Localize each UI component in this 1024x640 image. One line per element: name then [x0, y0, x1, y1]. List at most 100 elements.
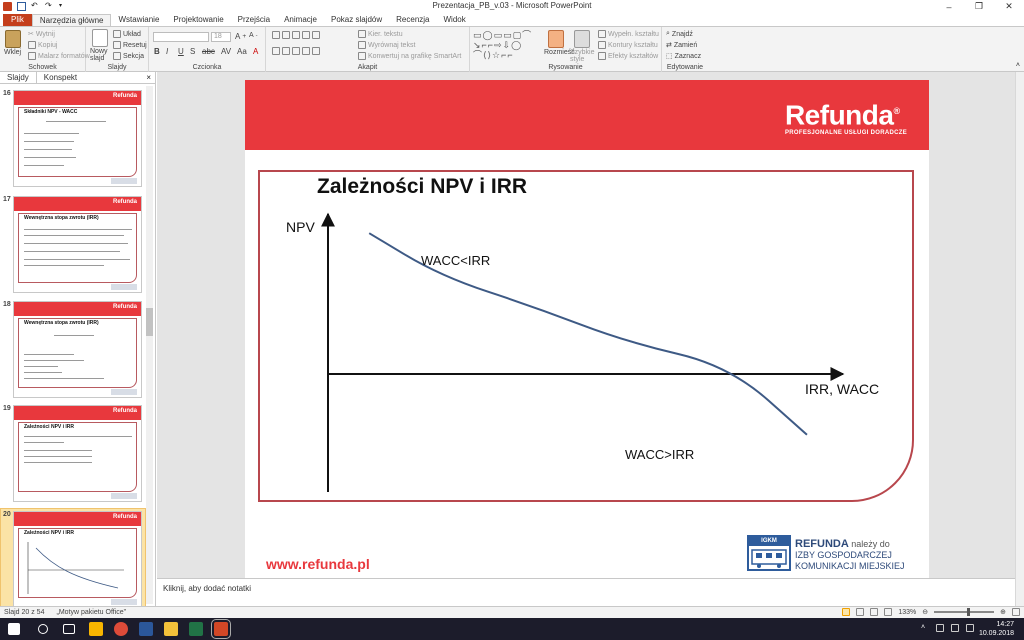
tab-home[interactable]: Narzędzia główne [31, 14, 112, 26]
bold-button[interactable]: B [154, 47, 160, 56]
change-case-button[interactable]: Aa [237, 47, 247, 56]
customize-qat-icon[interactable]: ▾ [59, 2, 68, 11]
slideshow-view-icon[interactable] [884, 608, 893, 616]
minimize-button[interactable]: – [934, 0, 964, 13]
chrome-icon[interactable] [114, 622, 128, 636]
slide-thumbnail-16[interactable]: 16 Refunda Składniki NPV - WACC [0, 90, 146, 190]
select-button[interactable]: ⬚ Zaznacz [666, 52, 701, 61]
battery-icon[interactable] [951, 624, 959, 632]
format-painter-button[interactable]: Malarz formatów [28, 52, 90, 60]
tab-design[interactable]: Projektowanie [166, 14, 230, 26]
save-icon[interactable] [17, 2, 26, 11]
panel-scrollbar[interactable] [146, 86, 153, 604]
layout-icon [113, 30, 121, 38]
panel-scrollbar-thumb[interactable] [146, 308, 153, 336]
tab-file[interactable]: Plik [3, 14, 32, 26]
close-panel-icon[interactable]: × [146, 72, 155, 83]
bullets-button[interactable] [272, 31, 320, 39]
website-url: www.refunda.pl [266, 556, 370, 572]
slide-thumbnail-19[interactable]: 19 Refunda Zależności NPV i IRR [0, 405, 146, 505]
windows-start-icon[interactable] [8, 623, 20, 635]
char-spacing-button[interactable]: AV [221, 47, 231, 56]
maximize-button[interactable]: ❐ [964, 0, 994, 13]
word-icon[interactable] [139, 622, 153, 636]
font-size-select[interactable]: 18 [211, 32, 231, 42]
undo-icon[interactable]: ↶ [31, 2, 40, 11]
canvas-scrollbar[interactable] [1015, 72, 1024, 606]
slide-thumbnail-20[interactable]: 20 Refunda Zależności NPV i IRR [0, 508, 146, 613]
italic-button[interactable]: I [166, 47, 168, 56]
strikethrough-button[interactable]: abc [202, 47, 215, 56]
section-button[interactable]: Sekcja [113, 52, 144, 60]
normal-view-icon[interactable] [842, 608, 851, 616]
search-icon[interactable] [38, 624, 48, 634]
smartart-button[interactable]: Konwertuj na grafikę SmartArt [358, 52, 461, 60]
shape-effects-button[interactable]: Efekty kształtów [598, 52, 658, 60]
tab-outline[interactable]: Konspekt [37, 72, 84, 83]
bullets-icon [272, 31, 280, 39]
tab-slides[interactable]: Slajdy [0, 72, 37, 83]
find-button[interactable]: ⌕ Znajdź [666, 30, 693, 38]
clock[interactable]: 14:27 10.09.2018 [979, 620, 1014, 638]
paste-button[interactable]: Wklej [4, 49, 21, 56]
shape-outline-button[interactable]: Kontury kształtu [598, 41, 658, 49]
text-direction-button[interactable]: Kier. tekstu [358, 30, 403, 38]
slide-thumbnail-18[interactable]: 18 Refunda Wewnętrzna stopa zwrotu (IRR) [0, 301, 146, 401]
notes-pane[interactable]: Kliknij, aby dodać notatki [157, 578, 1015, 606]
system-tray: ˄ [921, 624, 974, 632]
reading-view-icon[interactable] [870, 608, 879, 616]
arrange-icon[interactable] [548, 30, 564, 48]
tab-slideshow[interactable]: Pokaz slajdów [324, 14, 389, 26]
tab-insert[interactable]: Wstawianie [111, 14, 166, 26]
new-slide-icon[interactable] [92, 29, 108, 47]
excel-icon[interactable] [189, 622, 203, 636]
replace-button[interactable]: ⇄ Zamień [666, 41, 697, 50]
slide-thumbnail-17[interactable]: 17 Refunda Wewnętrzna stopa zwrotu (IRR) [0, 196, 146, 296]
font-name-select[interactable] [153, 32, 209, 42]
reset-button[interactable]: Resetuj [113, 41, 147, 49]
thumbnail-image: Refunda Składniki NPV - WACC [13, 90, 142, 187]
fit-slide-icon[interactable] [1012, 608, 1020, 616]
underline-button[interactable]: U [178, 47, 184, 56]
powerpoint-taskbar-icon[interactable] [211, 619, 231, 639]
zoom-out-icon[interactable]: ⊖ [922, 608, 928, 616]
outlook-icon[interactable] [89, 622, 103, 636]
zoom-slider[interactable] [934, 608, 995, 616]
shapes-gallery[interactable]: ▭◯▭▭▢⌒ ↘⌐⌐⇨⇩◯ ⌒⟨⟩☆⌐⌐ [473, 30, 541, 60]
grow-font-button[interactable]: A + [235, 32, 246, 41]
file-explorer-icon[interactable] [164, 622, 178, 636]
quick-styles-icon[interactable] [574, 30, 590, 48]
zoom-level[interactable]: 133% [898, 609, 916, 616]
cut-button[interactable]: ✂ Wytnij [28, 30, 55, 39]
align-text-button[interactable]: Wyrównaj tekst [358, 41, 415, 49]
align-buttons[interactable] [272, 47, 320, 55]
tab-view[interactable]: Widok [437, 14, 473, 26]
y-axis-label: NPV [286, 219, 315, 235]
layout-button[interactable]: Układ [113, 30, 141, 38]
paste-icon[interactable] [5, 30, 21, 48]
quick-styles-button[interactable]: Szybkie style [570, 49, 595, 63]
tab-transitions[interactable]: Przejścia [231, 14, 277, 26]
volume-icon[interactable] [966, 624, 974, 632]
slide-counter: Slajd 20 z 54 [4, 609, 45, 616]
font-color-button[interactable]: A [253, 47, 258, 56]
ribbon-collapse-icon[interactable]: ˄ [1016, 62, 1020, 69]
thumbnail-logo: Refunda [113, 199, 137, 205]
tray-chevron-icon[interactable]: ˄ [921, 624, 929, 632]
sorter-view-icon[interactable] [856, 608, 865, 616]
quick-access-toolbar: ↶ ↷ ▾ [0, 2, 68, 11]
new-slide-button[interactable]: Nowy slajd [90, 48, 112, 62]
network-icon[interactable] [936, 624, 944, 632]
shrink-font-button[interactable]: A- [249, 32, 258, 39]
slide[interactable]: Refunda® PROFESJONALNE USŁUGI DORADCZE Z… [245, 80, 929, 578]
shape-fill-button[interactable]: Wypełn. kształtu [598, 30, 659, 38]
close-button[interactable]: ✕ [994, 0, 1024, 13]
shadow-button[interactable]: S [190, 47, 195, 56]
tab-animations[interactable]: Animacje [277, 14, 324, 26]
tab-review[interactable]: Recenzja [389, 14, 436, 26]
task-view-icon[interactable] [63, 624, 75, 634]
slide-canvas: Refunda® PROFESJONALNE USŁUGI DORADCZE Z… [157, 72, 1024, 578]
redo-icon[interactable]: ↷ [45, 2, 54, 11]
zoom-in-icon[interactable]: ⊕ [1000, 608, 1006, 616]
copy-button[interactable]: Kopiuj [28, 41, 57, 49]
